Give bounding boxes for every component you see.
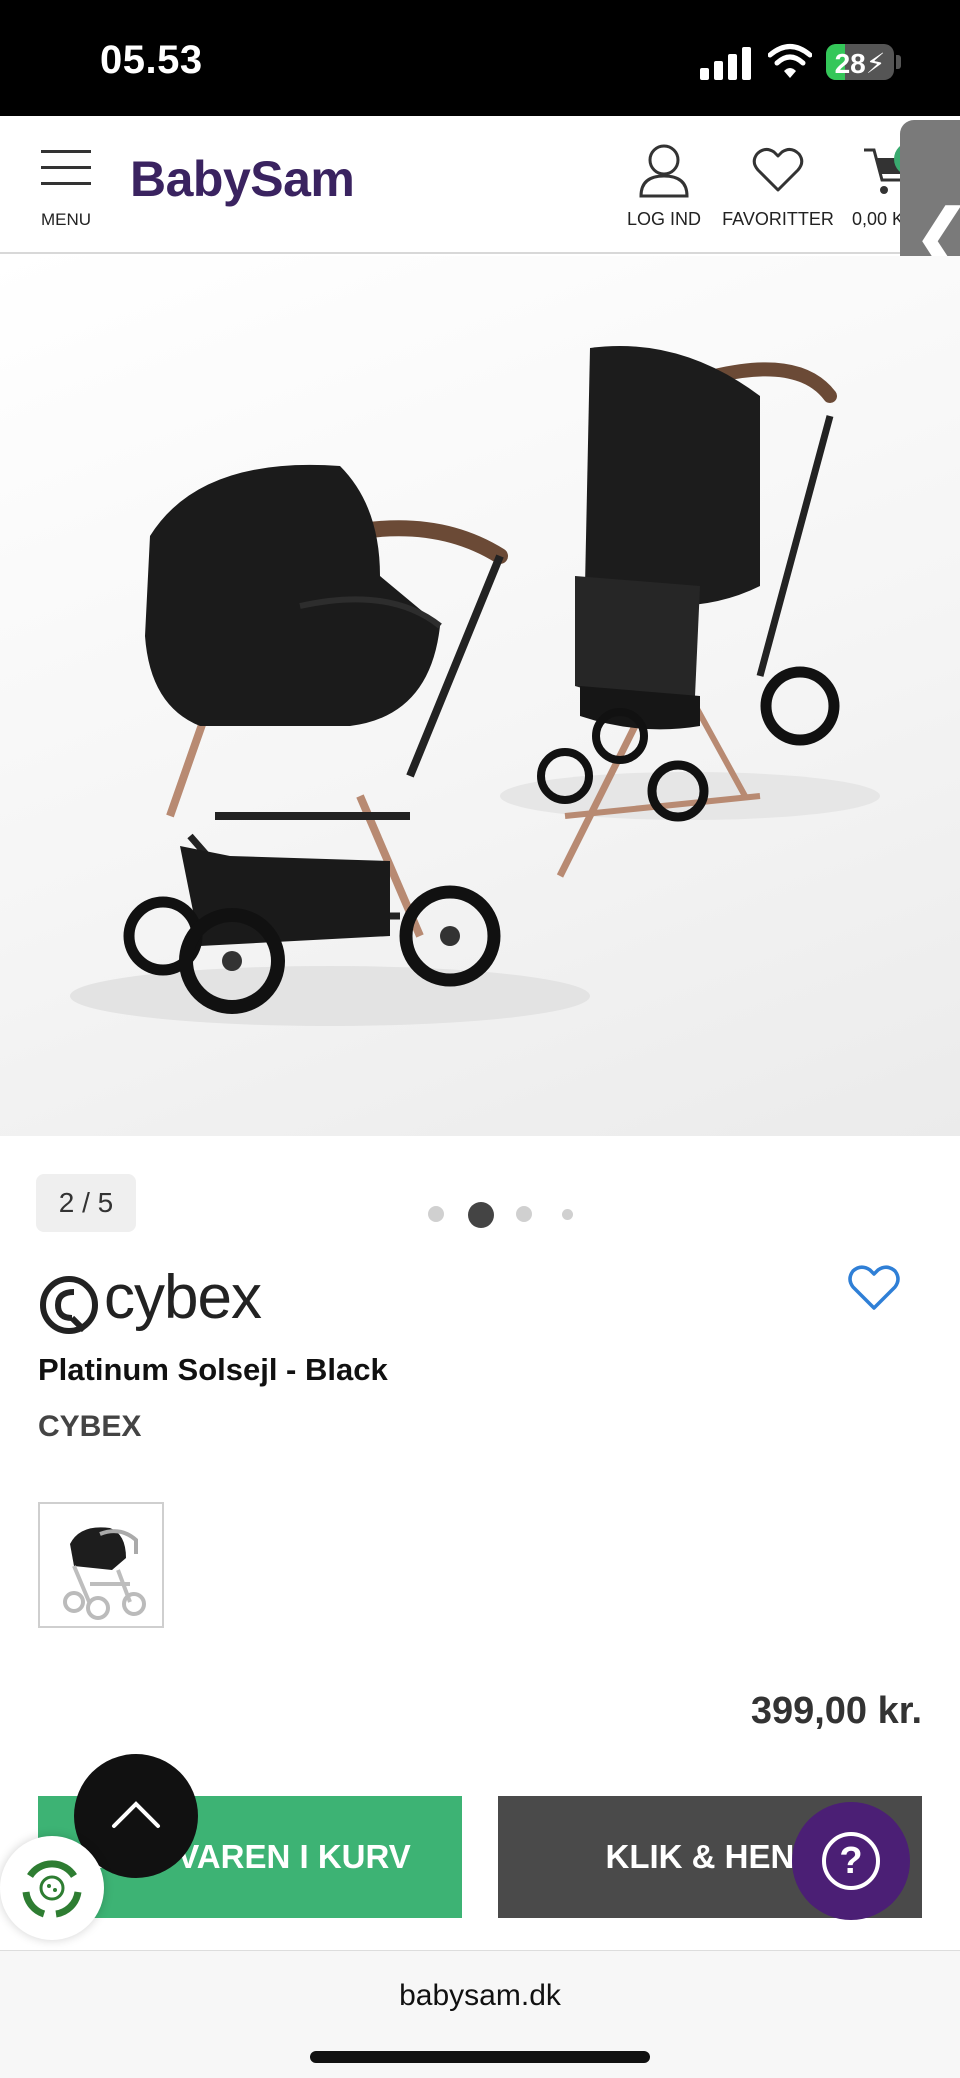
site-logo[interactable]: BabySam — [130, 150, 355, 208]
browser-bottom-bar: babysam.dk — [0, 1950, 960, 2078]
battery-charging-icon: 28⚡ — [826, 44, 894, 80]
favorites-button[interactable]: FAVORITTER — [720, 142, 836, 230]
url-bar[interactable]: babysam.dk — [0, 1979, 960, 2013]
help-chat-button[interactable]: ? — [792, 1802, 910, 1920]
add-to-favorites-heart-icon[interactable] — [846, 1262, 902, 1314]
product-thumbnail[interactable] — [38, 1502, 164, 1628]
user-icon — [639, 144, 689, 198]
gallery-dot[interactable] — [428, 1206, 444, 1222]
recycle-icon — [22, 1860, 82, 1918]
hamburger-icon — [41, 146, 91, 186]
menu-label: MENU — [40, 210, 92, 229]
gallery-dot[interactable] — [562, 1209, 573, 1220]
question-mark-icon: ? — [822, 1832, 880, 1890]
wifi-icon — [768, 44, 812, 78]
eco-recycle-badge[interactable] — [0, 1836, 104, 1940]
brand-logo-text: cybex — [104, 1263, 262, 1332]
favorites-label: FAVORITTER — [722, 209, 834, 229]
cybex-logo-icon — [40, 1276, 98, 1334]
menu-button[interactable]: MENU — [30, 146, 102, 236]
battery-tip — [896, 55, 901, 69]
battery-percent: 28⚡ — [834, 48, 886, 79]
login-button[interactable]: LOG IND — [620, 142, 708, 230]
product-price: 399,00 kr. — [750, 1690, 922, 1732]
stroller-thumbnail-image — [63, 1527, 146, 1620]
product-image[interactable] — [0, 256, 960, 1136]
site-header: MENU BabySam LOG IND FAVORITTER 0,00 K — [0, 116, 960, 254]
login-label: LOG IND — [626, 209, 701, 229]
status-time: 05.53 — [100, 38, 203, 82]
gallery-dot[interactable] — [516, 1206, 532, 1222]
image-counter: 2 / 5 — [36, 1174, 136, 1232]
gallery-dot-active[interactable] — [468, 1202, 494, 1228]
product-title: Platinum Solsejl - Black — [38, 1352, 388, 1387]
product-brand[interactable]: CYBEX — [38, 1410, 141, 1444]
cellular-signal-icon — [700, 46, 752, 80]
heart-icon — [752, 147, 804, 192]
status-bar: 05.53 28⚡ — [0, 0, 960, 116]
gallery-pagination — [424, 1198, 584, 1228]
home-indicator[interactable] — [310, 2051, 650, 2063]
stroller-illustration — [70, 346, 880, 1026]
